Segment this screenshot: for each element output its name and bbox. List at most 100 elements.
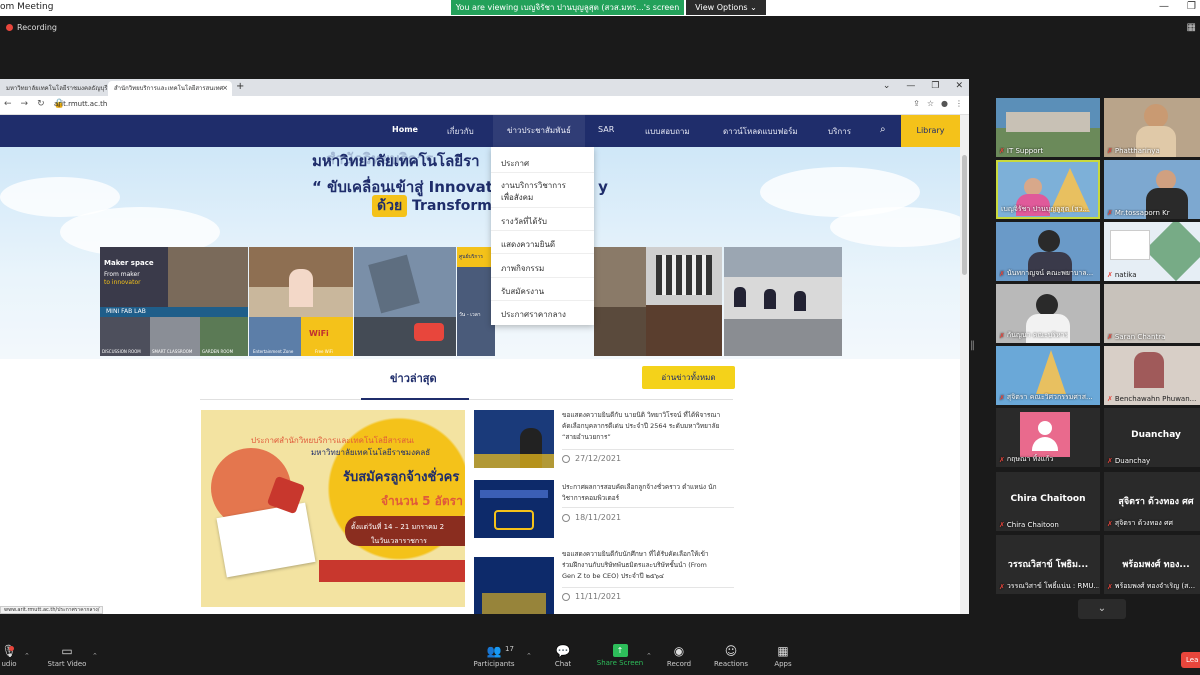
minimize-icon[interactable]: — — [1159, 1, 1169, 12]
recording-label: Recording — [17, 23, 58, 32]
nav-services[interactable]: บริการ — [828, 125, 851, 138]
news-item-3-line2[interactable]: ร่วมฝึกงานกับบริษัทพันธมิตรและบริษัทชั้น… — [562, 560, 737, 571]
participant-tile[interactable]: ✗ Saran Chantra — [1104, 284, 1200, 343]
avatar-icon[interactable]: ● — [941, 99, 948, 108]
service-center-photo: ศูนย์บริการ วัน - เวลา — [457, 247, 495, 356]
news-item-2-line1[interactable]: ประกาศผลการสอบคัดเลือกลูกจ้างชั่วคราว ตำ… — [562, 482, 737, 493]
service-center-label: ศูนย์บริการ — [459, 254, 483, 260]
garden-room-label: GARDEN ROOM — [202, 349, 234, 354]
participant-tile[interactable]: ✗ สุจิตรา คณะวิศวกรรมศาส... — [996, 346, 1100, 405]
participant-tile[interactable]: ✗ IT Support — [996, 98, 1100, 157]
split-drag-handle[interactable]: ‖ — [970, 340, 975, 351]
participant-tile-active[interactable]: เบญจิรัชา ปานบุญลูสุต (สว... — [996, 160, 1100, 219]
nav-home[interactable]: Home — [392, 125, 418, 134]
news-item-1-line1[interactable]: ขอแสดงความยินดีกับ นายนิติ วิทยาวิโรจน์ … — [562, 410, 737, 421]
chevron-up-icon[interactable]: ⌃ — [526, 652, 532, 660]
participant-tile[interactable]: ✗ Benchawahn Phuwan... — [1104, 346, 1200, 405]
smart-classroom-label: SMART CLASSROOM — [152, 349, 193, 354]
forward-icon[interactable]: → — [21, 99, 29, 109]
participant-display-name: วรรณวิสาข์ โพธิม... — [1007, 560, 1089, 570]
start-video-button[interactable]: ▭ Start Video — [46, 644, 88, 668]
free-wifi-label: Free WiFi — [315, 349, 333, 354]
share-screen-button[interactable]: ↑ Share Screen — [596, 644, 644, 667]
meeting-room-photo — [724, 247, 842, 356]
reload-icon[interactable]: ↻ — [37, 99, 45, 109]
nav-sar[interactable]: SAR — [598, 125, 614, 134]
participant-name: ✗ IT Support — [999, 147, 1044, 155]
dropdown-item-activities[interactable]: ภาพกิจกรรม — [501, 262, 544, 275]
dropdown-item-median-price[interactable]: ประกาศราคากลาง — [501, 308, 566, 321]
reactions-button[interactable]: ☺ Reactions — [712, 644, 750, 668]
menu-icon[interactable]: ⋮ — [955, 99, 963, 108]
news-thumb-2[interactable] — [474, 557, 554, 614]
poster-line5: ตั้งแต่วันที่ 14 – 21 มกราคม 2 — [351, 523, 445, 531]
participant-tile[interactable]: Duanchay ✗ Duanchay — [1104, 408, 1200, 467]
participant-tile[interactable]: ✗ กฤษณา ทิ้งแก้ว — [996, 408, 1100, 467]
search-icon[interactable]: ⌕ — [880, 124, 886, 135]
chevron-down-icon[interactable]: ⌄ — [883, 81, 891, 91]
new-tab-icon[interactable]: + — [236, 81, 244, 92]
dropdown-item-academic-service-2[interactable]: เพื่อสังคม — [501, 191, 533, 204]
library-button[interactable]: Library — [901, 115, 960, 147]
browser-tab-1[interactable]: มหาวิทยาลัยเทคโนโลยีราชมงคลธัญบุรี — [0, 81, 108, 96]
close-icon[interactable]: × — [222, 81, 228, 96]
news-item-2-line2[interactable]: วิชาการคอมพิวเตอร์ — [562, 493, 737, 504]
maker-space-label: Maker space — [104, 259, 154, 267]
site-navbar: Home เกี่ยวกับ ข่าวประชาสัมพันธ์ SAR แบบ… — [0, 115, 960, 147]
participant-tile[interactable]: พร้อมพงศ์ ทอง... ✗ พร้อมพงศ์ ทองจำเริญ (ส… — [1104, 535, 1200, 594]
dropdown-item-congratulations[interactable]: แสดงความยินดี — [501, 238, 555, 251]
participant-tile[interactable]: ✗ นันทกาญจน์ คณะพยาบาล... — [996, 222, 1100, 281]
news-item-1-line3[interactable]: “สายอำนวยการ” — [562, 432, 737, 443]
record-button[interactable]: ◉ Record — [664, 644, 694, 668]
participant-tile[interactable]: สุจิตรา ด้วงทอง ศศ ✗ สุจิตรา ด้วงทอง ศศ — [1104, 472, 1200, 531]
scrollbar-thumb[interactable] — [962, 155, 967, 275]
maximize-icon[interactable]: ❐ — [931, 81, 939, 91]
chevron-up-icon[interactable]: ⌃ — [24, 652, 30, 660]
mic-muted-icon: ✗ — [999, 331, 1005, 340]
gallery-next-page-button[interactable]: ⌄ — [1078, 599, 1126, 619]
nav-survey[interactable]: แบบสอบถาม — [645, 125, 690, 138]
grid-view-icon[interactable]: ▦ — [1187, 22, 1196, 33]
news-item-3-line3[interactable]: Gen Z to be CEO) ประจำปี ๒๕๖๔ — [562, 571, 737, 582]
record-label: Record — [666, 660, 692, 668]
news-thumb-1[interactable] — [474, 410, 554, 468]
chat-button[interactable]: 💬 Chat — [548, 644, 578, 668]
page-scrollbar[interactable] — [960, 115, 969, 614]
close-icon[interactable]: ✕ — [955, 81, 963, 91]
news-item-3-line1[interactable]: ขอแสดงความยินดีกับนักศึกษา ที่ได้รับคัดเ… — [562, 549, 737, 560]
news-item-1-line2[interactable]: คัดเลือกบุคลากรดีเด่น ประจำปี 2564 ระดับ… — [562, 421, 737, 432]
participant-tile[interactable]: วรรณวิสาข์ โพธิม... ✗ วรรณวิสาข์ โพธิ์แน่… — [996, 535, 1100, 594]
participant-tile[interactable]: ✗ Phattharinya — [1104, 98, 1200, 157]
dropdown-item-announcement[interactable]: ประกาศ — [501, 157, 529, 170]
hero-slogan-rest: Transform — [412, 198, 492, 214]
leave-button[interactable]: Lea — [1181, 652, 1200, 668]
nav-about[interactable]: เกี่ยวกับ — [447, 125, 474, 138]
news-thumb-2-top[interactable] — [474, 480, 554, 538]
record-dot-icon — [6, 24, 13, 31]
mic-muted-icon: ✗ — [999, 521, 1005, 529]
news-poster[interactable]: ประกาศสำนักวิทยบริการและเทคโนโลยีสารสนเ … — [201, 410, 465, 607]
browser-tab-2[interactable]: สำนักวิทยบริการและเทคโนโลยีสารสนเทศ × — [108, 81, 232, 96]
minimize-icon[interactable]: — — [906, 81, 915, 91]
apps-button[interactable]: ▦ Apps — [770, 644, 796, 668]
chevron-up-icon[interactable]: ⌃ — [92, 652, 98, 660]
participant-tile[interactable]: ✗ กันญนา คณะบริหาร — [996, 284, 1100, 343]
participant-tile[interactable]: ✗ natika — [1104, 222, 1200, 281]
share-icon[interactable]: ⇪ — [913, 99, 920, 108]
nav-download-forms[interactable]: ดาวน์โหลดแบบฟอร์ม — [723, 125, 798, 138]
url-field[interactable]: arit.rmutt.ac.th — [54, 100, 107, 108]
dropdown-item-awards[interactable]: รางวัลที่ได้รับ — [501, 215, 547, 228]
maximize-icon[interactable]: ❐ — [1187, 1, 1196, 12]
nav-news[interactable]: ข่าวประชาสัมพันธ์ — [493, 115, 585, 147]
dropdown-item-jobs[interactable]: รับสมัครงาน — [501, 285, 544, 298]
view-options-button[interactable]: View Options ⌄ — [686, 0, 766, 15]
address-bar-icons: ⇪ ☆ ● ⋮ — [913, 99, 963, 108]
back-icon[interactable]: ← — [4, 99, 12, 109]
chevron-up-icon[interactable]: ⌃ — [646, 652, 652, 660]
read-all-news-button[interactable]: อ่านข่าวทั้งหมด — [642, 366, 735, 389]
mic-muted-icon: ✗ — [1107, 582, 1113, 591]
participant-tile[interactable]: Chira Chaitoon ✗ Chira Chaitoon — [996, 472, 1100, 531]
poster-line4: จำนวน 5 อัตรา — [381, 494, 463, 508]
star-icon[interactable]: ☆ — [927, 99, 934, 108]
participant-tile[interactable]: ✗ Mr.tossaporn Kr — [1104, 160, 1200, 219]
